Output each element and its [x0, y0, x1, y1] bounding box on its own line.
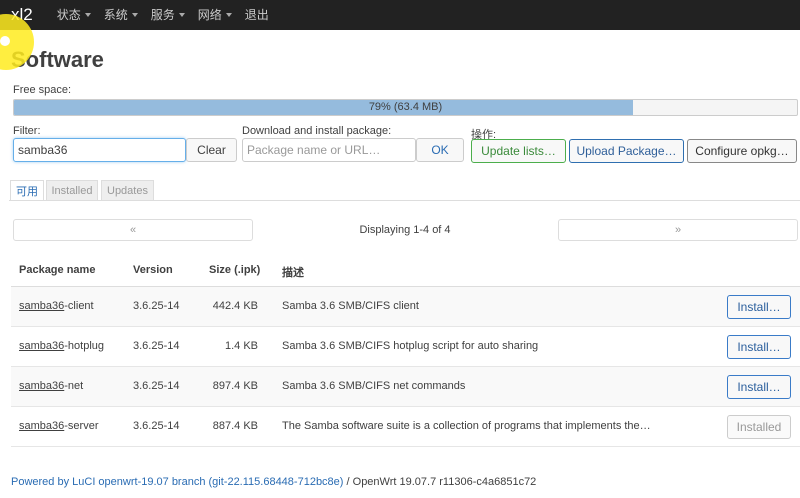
- package-name[interactable]: samba36-net: [19, 380, 83, 392]
- table-row: samba36-hotplug 3.6.25-14 1.4 KB Samba 3…: [11, 327, 800, 367]
- nav-system-menu[interactable]: 系统: [104, 0, 138, 30]
- package-name-match: samba36: [19, 380, 65, 392]
- installed-button: Installed: [727, 415, 791, 439]
- tab-available[interactable]: 可用: [10, 180, 44, 201]
- package-name-match: samba36: [19, 300, 65, 312]
- top-navbar: xl2 状态 系统 服务 网络 退出: [0, 0, 800, 30]
- package-name[interactable]: samba36-client: [19, 300, 94, 312]
- nav-logout-link[interactable]: 退出: [245, 0, 269, 30]
- filter-input[interactable]: [13, 138, 186, 162]
- package-size: 887.4 KB: [212, 420, 258, 432]
- package-version: 3.6.25-14: [133, 300, 180, 312]
- tab-updates[interactable]: Updates: [101, 180, 154, 201]
- tab-installed[interactable]: Installed: [46, 180, 98, 201]
- pager-status: Displaying 1-4 of 4: [359, 224, 451, 236]
- install-button[interactable]: Install…: [727, 375, 791, 399]
- progress-text: 79% (63.4 MB): [368, 101, 443, 113]
- update-lists-button[interactable]: Update lists…: [471, 139, 566, 163]
- package-name[interactable]: samba36-server: [19, 420, 99, 432]
- package-version: 3.6.25-14: [133, 340, 180, 352]
- package-name-rest: -server: [64, 420, 99, 432]
- nav-status-label: 状态: [56, 8, 81, 22]
- upload-package-button[interactable]: Upload Package…: [569, 139, 684, 163]
- package-description: Samba 3.6 SMB/CIFS hotplug script for au…: [282, 340, 539, 352]
- package-size: 442.4 KB: [212, 300, 258, 312]
- package-version: 3.6.25-14: [133, 420, 180, 432]
- nav-network-menu[interactable]: 网络: [198, 0, 232, 30]
- table-row: samba36-client 3.6.25-14 442.4 KB Samba …: [11, 287, 800, 327]
- luci-version-link[interactable]: Powered by LuCI openwrt-19.07 branch (gi…: [11, 476, 343, 488]
- header-version: Version: [133, 264, 173, 276]
- package-name[interactable]: samba36-hotplug: [19, 340, 104, 352]
- package-size: 897.4 KB: [212, 380, 258, 392]
- configure-opkg-button[interactable]: Configure opkg…: [687, 139, 797, 163]
- package-name-rest: -hotplug: [64, 340, 105, 352]
- table-row: samba36-server 3.6.25-14 887.4 KB The Sa…: [11, 407, 800, 447]
- pager-next-button[interactable]: »: [558, 219, 798, 241]
- page-footer: Powered by LuCI openwrt-19.07 branch (gi…: [11, 476, 536, 488]
- ok-button[interactable]: OK: [416, 138, 464, 162]
- table-header: Package name Version Size (.ipk) 描述: [11, 254, 800, 287]
- header-package-name: Package name: [19, 264, 96, 276]
- nav-network-label: 网络: [197, 8, 222, 22]
- openwrt-version: / OpenWrt 19.07.7 r11306-c4a6851c72: [343, 476, 537, 488]
- tabs-divider: [9, 200, 800, 201]
- clear-filter-button[interactable]: Clear: [186, 138, 237, 162]
- nav-services-label: 服务: [150, 8, 175, 22]
- package-description: Samba 3.6 SMB/CIFS client: [282, 300, 419, 312]
- install-button[interactable]: Install…: [727, 295, 791, 319]
- package-name-rest: -client: [64, 300, 94, 312]
- package-version: 3.6.25-14: [133, 380, 180, 392]
- nav-status-menu[interactable]: 状态: [57, 0, 91, 30]
- pager-prev-button[interactable]: «: [13, 219, 253, 241]
- free-space-label: Free space:: [13, 84, 72, 96]
- filter-label: Filter:: [13, 125, 41, 137]
- package-size: 1.4 KB: [224, 340, 258, 352]
- package-description: The Samba software suite is a collection…: [282, 420, 651, 432]
- package-name-rest: -net: [64, 380, 84, 392]
- caret-down-icon: [84, 13, 91, 17]
- download-label: Download and install package:: [242, 125, 392, 137]
- install-button[interactable]: Install…: [727, 335, 791, 359]
- package-url-input[interactable]: [242, 138, 416, 162]
- nav-system-label: 系统: [103, 8, 128, 22]
- caret-down-icon: [225, 13, 232, 17]
- header-description: 描述: [282, 267, 304, 279]
- package-description: Samba 3.6 SMB/CIFS net commands: [282, 380, 466, 392]
- package-name-match: samba36: [19, 420, 65, 432]
- free-space-progress-bar: 79% (63.4 MB): [13, 99, 798, 116]
- table-row: samba36-net 3.6.25-14 897.4 KB Samba 3.6…: [11, 367, 800, 407]
- nav-services-menu[interactable]: 服务: [151, 0, 185, 30]
- caret-down-icon: [178, 13, 185, 17]
- package-name-match: samba36: [19, 340, 65, 352]
- caret-down-icon: [131, 13, 138, 17]
- header-size: Size (.ipk): [209, 264, 261, 276]
